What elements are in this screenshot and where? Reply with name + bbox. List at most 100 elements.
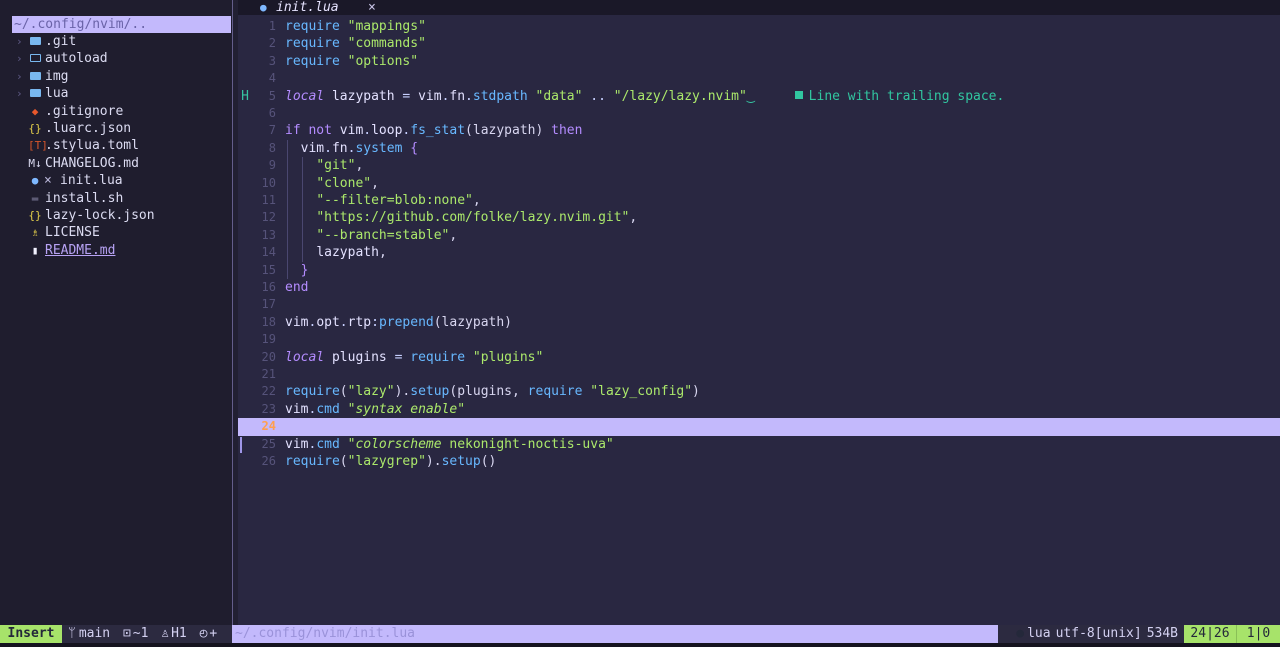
folder-icon <box>28 68 42 85</box>
code-line-5[interactable]: H 5 local lazypath = vim.fn.stdpath "data"… <box>238 88 1280 105</box>
tab-init-lua[interactable]: ● init.lua × <box>256 0 626 15</box>
markdown-icon: M↓ <box>28 156 42 170</box>
lsp-hints: H1 <box>171 626 187 641</box>
line-number: 20 <box>261 349 276 364</box>
code-text: vim.cmd "syntax enable" <box>285 401 466 417</box>
diff-count: ~1 <box>132 626 149 641</box>
chevron-right-icon[interactable]: › <box>16 85 23 102</box>
code-line-1[interactable]: 1 require "mappings" <box>238 18 1280 35</box>
code-line-13[interactable]: 13 "--branch=stable", <box>238 226 1280 245</box>
code-text: require("lazygrep").setup() <box>285 454 497 469</box>
code-line-2[interactable]: 2 require "commands" <box>238 35 1280 52</box>
code-line-7[interactable]: 7 if not vim.loop.fs_stat(lazypath) then <box>238 122 1280 139</box>
tree-item-init-lua[interactable]: ● × init.lua <box>0 172 233 189</box>
line-number: 5 <box>268 88 276 103</box>
chevron-right-icon[interactable]: › <box>16 33 23 50</box>
code-line-23[interactable]: 23 vim.cmd "syntax enable" <box>238 401 1280 418</box>
code-line-26[interactable]: 26 require("lazygrep").setup() <box>238 453 1280 470</box>
code-text: vim.cmd "colorscheme nekonight-noctis-uv… <box>285 436 614 452</box>
tree-item-lua[interactable]: › lua <box>0 85 233 102</box>
tree-item-install-sh[interactable]: ▬ install.sh <box>0 190 233 207</box>
tree-item-autoload[interactable]: › autoload <box>0 50 233 67</box>
toml-icon: [T] <box>28 139 48 153</box>
diff-icon: ⊡ <box>122 626 131 641</box>
line-number: 1 <box>268 19 276 33</box>
code-line-4[interactable]: 4 <box>238 70 1280 87</box>
code-line-22[interactable]: 22 require("lazy").setup(plugins, require… <box>238 383 1280 400</box>
code-text: vim.fn.system { <box>300 140 419 156</box>
line-number: 13 <box>261 227 276 242</box>
file-name: README.md <box>45 242 116 258</box>
sign-column-mark: H <box>241 88 249 104</box>
code-line-8[interactable]: 8 vim.fn.system { <box>238 139 1280 158</box>
tree-item-license[interactable]: ♗ LICENSE <box>0 224 233 241</box>
line-number: 2 <box>268 36 276 51</box>
line-number: 11 <box>261 193 276 207</box>
tree-item-luarc-json[interactable]: {} .luarc.json <box>0 120 233 137</box>
chevron-right-icon[interactable]: › <box>16 50 23 67</box>
code-line-3[interactable]: 3 require "options" <box>238 53 1280 70</box>
file-name: .stylua.toml <box>45 138 139 154</box>
json-icon: {} <box>28 208 42 222</box>
tree-item-lazy-lock-json[interactable]: {} lazy-lock.json <box>0 207 233 224</box>
line-number: 23 <box>261 401 276 416</box>
code-text: "https://github.com/folke/lazy.nvim.git"… <box>316 210 638 226</box>
tabline: ● init.lua × <box>238 0 1280 15</box>
tree-item-stylua-toml[interactable]: [T] .stylua.toml <box>0 137 233 154</box>
close-icon[interactable]: × <box>368 0 376 15</box>
file-name: lua <box>45 86 69 102</box>
code-line-10[interactable]: 10 "clone", <box>238 174 1280 192</box>
code-text: require "options" <box>285 53 419 69</box>
code-line-12[interactable]: 12 "https://github.com/folke/lazy.nvim.g… <box>238 209 1280 227</box>
line-number: 7 <box>268 123 276 138</box>
code-line-6[interactable]: 6 <box>238 105 1280 122</box>
tree-item-git[interactable]: › .git <box>0 33 233 50</box>
code-line-18[interactable]: 18 vim.opt.rtp:prepend(lazypath) <box>238 314 1280 331</box>
line-number: 16 <box>261 280 276 294</box>
extra-indicator: + <box>209 626 218 641</box>
file-name: install.sh <box>45 190 124 206</box>
code-line-17[interactable]: 17 <box>238 296 1280 313</box>
code-line-15[interactable]: 15 } <box>238 261 1280 279</box>
chevron-right-icon[interactable]: › <box>16 68 23 85</box>
diagnostic-virtual-text: Line with trailing space. <box>794 89 1004 104</box>
branch-name: main <box>78 626 111 641</box>
line-number: 15 <box>261 262 276 277</box>
line-number: 14 <box>261 245 276 260</box>
statusline: Insert ᛘ main ⊡ ~1 ♙ H1 ◴ + ~/.config/nvim/i… <box>0 625 1280 643</box>
line-number: 18 <box>261 314 276 329</box>
tree-item-readme-md[interactable]: ▮ README.md <box>0 242 233 259</box>
json-icon: {} <box>28 121 42 135</box>
line-number: 26 <box>261 454 276 468</box>
diagnostic-hint-icon <box>794 90 803 99</box>
code-line-14[interactable]: 14 lazypath, <box>238 244 1280 262</box>
code-text: local lazypath = vim.fn.stdpath "data" .… <box>285 88 1005 104</box>
code-text: "--filter=blob:none", <box>316 193 481 208</box>
git-status: ᛘ main ⊡ ~1 ♙ H1 ◴ + <box>62 625 232 643</box>
code-line-21[interactable]: 21 <box>238 366 1280 383</box>
file-name: img <box>45 68 69 84</box>
file-name: LICENSE <box>45 225 100 241</box>
code-line-19[interactable]: 19 <box>238 331 1280 348</box>
git-change-marker <box>240 436 242 453</box>
command-line[interactable] <box>0 643 1280 647</box>
code-line-9[interactable]: 9 "git", <box>238 157 1280 175</box>
tree-item-gitignore[interactable]: ◆ .gitignore <box>0 103 233 120</box>
cursor-position: 24|26 <box>1184 625 1236 643</box>
explorer-path[interactable]: ~/.config/nvim/.. <box>12 16 231 33</box>
code-text: "git", <box>316 158 364 174</box>
code-text: require "commands" <box>285 36 426 52</box>
tree-item-img[interactable]: › img <box>0 68 233 85</box>
code-line-25[interactable]: 25 vim.cmd "colorscheme nekonight-noctis-… <box>238 436 1280 453</box>
code-line-16[interactable]: 16 end <box>238 279 1280 296</box>
mode-indicator: Insert <box>0 625 62 643</box>
editor-buffer[interactable]: 1 require "mappings" 2 require "commands" 3 r… <box>238 15 1280 625</box>
code-text: vim.opt.rtp:prepend(lazypath) <box>285 314 513 330</box>
tree-item-changelog-md[interactable]: M↓ CHANGELOG.md <box>0 155 233 172</box>
code-line-11[interactable]: 11 "--filter=blob:none", <box>238 192 1280 210</box>
folder-icon <box>28 85 42 102</box>
code-line-24[interactable]: 24 <box>238 418 1280 436</box>
file-name: .git <box>45 34 77 49</box>
code-line-20[interactable]: 20 local plugins = require "plugins" <box>238 349 1280 366</box>
window-separator[interactable] <box>232 0 233 625</box>
